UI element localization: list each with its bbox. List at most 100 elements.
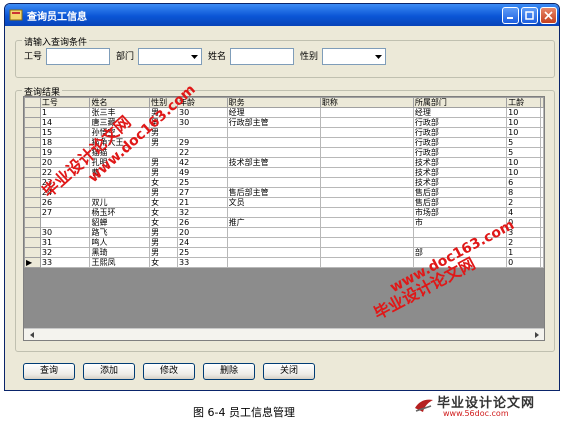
table-cell[interactable]: 女 [149, 197, 179, 208]
table-row[interactable]: 26 双儿女 21 文员 售后部 2 [24, 197, 544, 208]
table-cell[interactable]: 男 [149, 247, 179, 258]
table-cell[interactable]: 技术部 [412, 167, 508, 178]
table-cell[interactable] [319, 197, 414, 208]
table-cell[interactable]: 女 [149, 217, 179, 228]
title-bar[interactable]: 查询员工信息 [5, 4, 559, 26]
table-cell[interactable] [226, 227, 321, 238]
edit-button[interactable]: 修改 [143, 363, 195, 380]
column-header[interactable]: 姓名 [89, 97, 151, 108]
table-cell[interactable]: 32 [177, 207, 228, 218]
maximize-button[interactable] [521, 6, 538, 24]
row-header[interactable] [24, 137, 41, 148]
table-cell[interactable]: 26 [177, 217, 228, 228]
table-cell[interactable] [319, 217, 414, 228]
table-cell[interactable]: 貂蝉 [89, 217, 151, 228]
table-cell[interactable]: 30 [177, 117, 228, 128]
table-cell[interactable]: 10 [506, 107, 541, 118]
delete-button[interactable]: 删除 [203, 363, 255, 380]
column-header[interactable]: 工龄 [506, 97, 541, 108]
table-cell[interactable]: 经理 [412, 107, 508, 118]
row-header[interactable] [24, 107, 41, 118]
table-cell[interactable]: 2 [506, 197, 541, 208]
table-cell[interactable]: 0 [506, 257, 541, 268]
table-cell[interactable] [39, 217, 91, 228]
table-cell[interactable]: 31 [39, 237, 91, 248]
table-cell[interactable]: 行政部 [412, 127, 508, 138]
table-cell[interactable] [319, 157, 414, 168]
table-row[interactable]: 24 男 27 售后部主管 售后部 8 [24, 187, 544, 198]
table-cell[interactable] [89, 187, 151, 198]
row-header[interactable] [24, 127, 41, 138]
table-cell[interactable]: 42 [177, 157, 228, 168]
table-row[interactable]: 1 张三丰男 30 经理 经理 10 [24, 107, 544, 118]
department-select[interactable] [138, 48, 202, 65]
table-cell[interactable]: 男 [149, 227, 179, 238]
table-cell[interactable]: 行政部 [412, 117, 508, 128]
table-cell[interactable] [319, 117, 414, 128]
table-cell[interactable]: 技术部主管 [226, 157, 321, 168]
table-cell[interactable]: 33 [39, 257, 91, 268]
table-cell[interactable] [319, 127, 414, 138]
table-cell[interactable]: 女 [149, 207, 179, 218]
table-cell[interactable]: 33 [177, 257, 228, 268]
table-cell[interactable]: 女 [149, 177, 179, 188]
table-cell[interactable]: 推广 [226, 217, 321, 228]
table-cell[interactable] [319, 167, 414, 178]
table-cell[interactable]: 1 [39, 107, 91, 118]
table-cell[interactable] [319, 257, 414, 268]
add-button[interactable]: 添加 [83, 363, 135, 380]
table-cell[interactable]: 8 [506, 187, 541, 198]
horizontal-scrollbar[interactable] [24, 328, 544, 340]
row-header[interactable] [24, 247, 41, 258]
table-cell[interactable]: 30 [177, 107, 228, 118]
table-cell[interactable] [226, 137, 321, 148]
row-header[interactable] [24, 157, 41, 168]
table-cell[interactable]: 32 [39, 247, 91, 258]
table-cell[interactable]: 10 [506, 157, 541, 168]
table-cell[interactable]: 5 [506, 137, 541, 148]
table-cell[interactable] [319, 187, 414, 198]
table-cell[interactable]: 鸣人 [89, 237, 151, 248]
row-header[interactable] [24, 227, 41, 238]
query-button[interactable]: 查询 [23, 363, 75, 380]
table-cell[interactable]: 双儿 [89, 197, 151, 208]
employee-id-input[interactable] [46, 48, 110, 65]
table-cell[interactable] [226, 167, 321, 178]
table-cell[interactable] [319, 207, 414, 218]
table-cell[interactable]: 文员 [226, 197, 321, 208]
table-cell[interactable] [226, 207, 321, 218]
table-cell[interactable] [319, 147, 414, 158]
table-cell[interactable] [319, 137, 414, 148]
table-cell[interactable]: 技术部 [412, 177, 508, 188]
table-cell[interactable]: 27 [39, 207, 91, 218]
table-row[interactable]: 27 杨玉环女 32 市场部 4 [24, 207, 544, 218]
table-cell[interactable]: 10 [506, 127, 541, 138]
table-cell[interactable] [226, 127, 321, 138]
table-row[interactable]: 30 路飞男 20 3 [24, 227, 544, 238]
table-cell[interactable]: 经理 [226, 107, 321, 118]
column-header[interactable]: 所属部门 [412, 97, 508, 108]
table-cell[interactable]: 26 [39, 197, 91, 208]
table-cell[interactable]: 男 [149, 167, 179, 178]
table-cell[interactable]: 21 [177, 197, 228, 208]
table-cell[interactable]: 技术部 [412, 157, 508, 168]
table-cell[interactable]: 男 [149, 157, 179, 168]
table-cell[interactable]: 行政部 [412, 147, 508, 158]
row-header[interactable] [24, 167, 41, 178]
table-cell[interactable]: 20 [177, 227, 228, 238]
column-header[interactable]: 工号 [39, 97, 91, 108]
table-cell[interactable]: 4 [506, 207, 541, 218]
table-row[interactable]: 貂蝉女 26 推广市 0 [24, 217, 544, 228]
table-cell[interactable]: 售后部 [412, 197, 508, 208]
table-cell[interactable] [319, 177, 414, 188]
row-header[interactable] [24, 197, 41, 208]
table-cell[interactable]: 1 [506, 247, 541, 258]
table-cell[interactable]: 25 [177, 247, 228, 258]
table-cell[interactable] [226, 237, 321, 248]
table-cell[interactable]: 27 [177, 187, 228, 198]
row-header[interactable]: ▶ [24, 257, 41, 268]
row-header[interactable] [24, 147, 41, 158]
column-header[interactable]: 职称 [319, 97, 414, 108]
table-cell[interactable] [319, 227, 414, 238]
column-header[interactable]: 职务 [226, 97, 321, 108]
